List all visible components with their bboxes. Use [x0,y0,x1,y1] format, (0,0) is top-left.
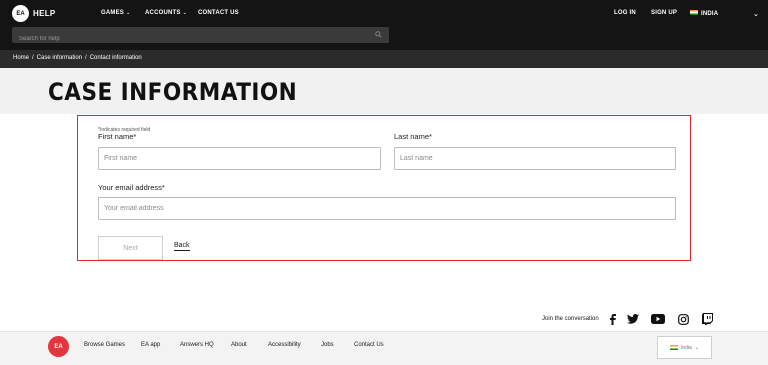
breadcrumb: Home / Case information / Contact informatio… [13,55,142,61]
instagram-icon[interactable] [676,313,690,325]
region-selector[interactable]: INDIA [690,10,718,17]
first-name-field[interactable] [98,147,381,170]
footer-ea-logo[interactable]: EA [48,336,69,357]
email-field[interactable] [98,197,676,220]
help-label[interactable]: HELP [33,9,56,18]
last-name-field[interactable] [394,147,676,170]
footer-link-browse-games[interactable]: Browse Games [84,342,125,348]
india-flag-icon [669,345,678,350]
footer-region-select[interactable]: India ⌄ [657,336,712,359]
chevron-down-icon: ⌄ [182,10,187,16]
page-title: CASE INFORMATION [48,78,298,106]
breadcrumb-bar: Home / Case information / Contact informatio… [0,50,768,68]
twitter-icon[interactable] [626,313,640,325]
nav-accounts-label: ACCOUNTS [145,10,181,16]
breadcrumb-separator: / [32,55,34,61]
footer: EA Browse Games EA app Answers HQ About … [0,331,768,365]
search-input[interactable] [12,31,389,47]
footer-region-label: India [680,344,692,351]
email-label: Your email address* [98,183,165,192]
breadcrumb-contact-information: Contact information [89,55,142,61]
signup-link[interactable]: SIGN UP [651,10,677,16]
search-icon[interactable] [375,31,382,38]
nav-games[interactable]: GAMES ⌄ [101,10,130,16]
facebook-icon[interactable] [606,313,620,325]
login-link[interactable]: LOG IN [614,10,636,16]
back-link[interactable]: Back [174,242,190,251]
footer-link-jobs[interactable]: Jobs [321,342,334,348]
nav-accounts[interactable]: ACCOUNTS ⌄ [145,10,187,16]
page-header: CASE INFORMATION [0,68,768,114]
india-flag-icon [690,10,698,15]
search-bar [12,27,389,47]
footer-link-about[interactable]: About [231,342,247,348]
join-conversation-text: Join the conversation [542,316,599,322]
footer-link-contact-us[interactable]: Contact Us [354,342,384,348]
breadcrumb-home[interactable]: Home [13,55,29,61]
footer-link-ea-app[interactable]: EA app [141,342,160,348]
breadcrumb-separator: / [85,55,87,61]
nav-contact-us[interactable]: CONTACT US [198,10,239,16]
ea-logo[interactable]: EA [12,5,29,22]
youtube-icon[interactable] [651,313,665,325]
chevron-down-icon[interactable]: ⌄ [753,10,759,18]
breadcrumb-case-information[interactable]: Case information [37,55,82,61]
footer-link-accessibility[interactable]: Accessibility [268,342,301,348]
chevron-down-icon: ⌄ [126,10,131,16]
first-name-label: First name* [98,132,137,141]
last-name-label: Last name* [394,132,432,141]
nav-games-label: GAMES [101,10,125,16]
top-navigation: EA HELP GAMES ⌄ ACCOUNTS ⌄ CONTACT US LOG … [0,0,768,50]
chevron-down-icon: ⌄ [694,344,700,351]
twitch-icon[interactable] [700,313,714,325]
next-button[interactable]: Next [98,236,163,260]
footer-link-answers-hq[interactable]: Answers HQ [180,342,214,348]
contact-form: *Indicates required field First name* La… [77,115,691,261]
region-label: INDIA [701,11,719,17]
